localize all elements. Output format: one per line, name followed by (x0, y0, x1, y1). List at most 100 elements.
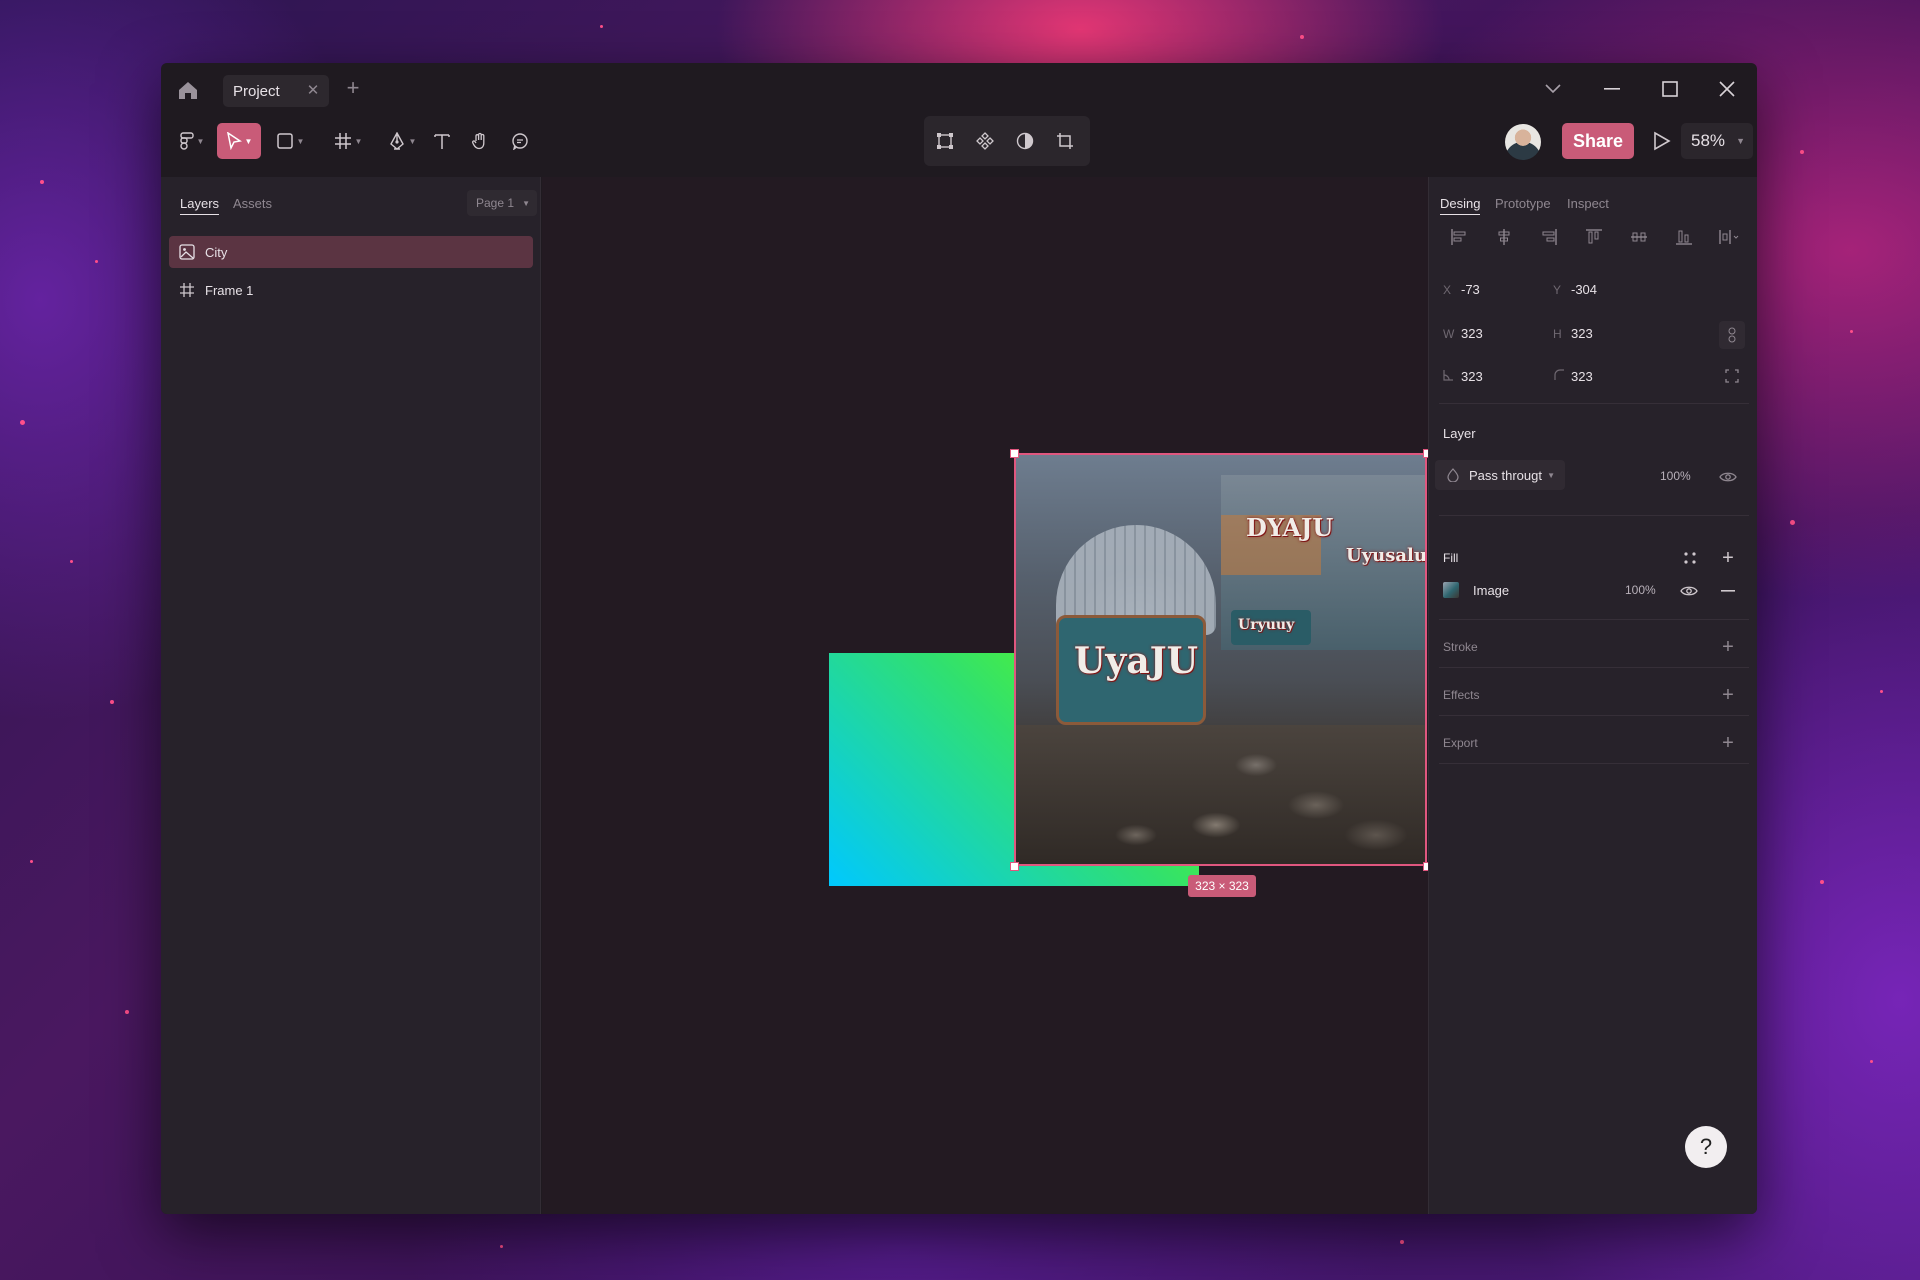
tab-assets[interactable]: Assets (233, 196, 272, 211)
align-bottom-icon[interactable] (1672, 225, 1696, 249)
contrast-tool[interactable] (1008, 123, 1042, 159)
divider (1439, 667, 1749, 668)
select-bounds-tool[interactable] (928, 123, 962, 159)
comment-icon (512, 133, 528, 150)
tab-prototype[interactable]: Prototype (1495, 196, 1551, 211)
move-tool[interactable]: ▼ (217, 123, 261, 159)
frame-tool[interactable]: ▼ (329, 123, 367, 159)
hand-tool[interactable] (465, 123, 495, 159)
remove-fill-icon[interactable] (1717, 580, 1739, 602)
add-stroke-icon[interactable]: + (1717, 636, 1739, 658)
maximize-icon[interactable] (1653, 73, 1687, 105)
cursor-icon (226, 132, 242, 150)
app-window: Project ✕ + ▼ ▼ ▼ ▼ ▼ Share 58% ▼ Layers… (161, 63, 1757, 1214)
divider (1439, 715, 1749, 716)
x-field[interactable]: -73 (1461, 282, 1480, 297)
stroke-section-title: Stroke (1443, 640, 1478, 654)
design-panel: Desing Prototype Inspect X -73 Y -304 W … (1428, 177, 1757, 1214)
resize-handle-bottom-left[interactable] (1010, 862, 1019, 871)
share-button[interactable]: Share (1562, 123, 1634, 159)
user-avatar[interactable] (1505, 124, 1541, 160)
y-field[interactable]: -304 (1571, 282, 1597, 297)
chevron-down-icon[interactable] (1536, 73, 1570, 105)
blend-mode-icon (1447, 468, 1459, 485)
page-select-label: Page 1 (476, 196, 515, 210)
alignment-toolbar (1439, 217, 1749, 257)
crop-tool[interactable] (1048, 123, 1082, 159)
chevron-down-icon: ▼ (1547, 470, 1555, 480)
align-left-icon[interactable] (1447, 225, 1471, 249)
divider (1439, 619, 1749, 620)
chevron-down-icon: ▼ (522, 198, 530, 208)
hand-icon (472, 132, 485, 150)
blend-mode-select[interactable]: Pass througt ▼ (1435, 460, 1565, 490)
minimize-icon[interactable] (1595, 73, 1629, 105)
pen-tool[interactable]: ▼ (383, 123, 421, 159)
distribute-icon[interactable] (1717, 225, 1741, 249)
tab-inspect[interactable]: Inspect (1567, 196, 1609, 211)
close-window-icon[interactable] (1710, 73, 1744, 105)
eye-icon[interactable] (1717, 466, 1739, 488)
comment-tool[interactable] (505, 123, 535, 159)
center-toolbar (924, 116, 1090, 166)
text-tool[interactable] (427, 123, 457, 159)
image-sign-text: UyaJU (1074, 640, 1199, 682)
frame-icon (179, 282, 195, 298)
fill-opacity-field[interactable]: 100% (1625, 583, 1656, 597)
fill-type-label[interactable]: Image (1473, 583, 1509, 598)
add-tab-icon[interactable]: + (341, 77, 365, 101)
size-badge: 323 × 323 (1188, 875, 1256, 897)
corner-radius-field[interactable]: 323 (1571, 369, 1593, 384)
zoom-select[interactable]: 58% ▼ (1681, 123, 1753, 159)
bounding-box-icon (937, 133, 953, 149)
resize-handle-top-left[interactable] (1010, 449, 1019, 458)
component-tool[interactable] (968, 123, 1002, 159)
align-right-icon[interactable] (1537, 225, 1561, 249)
eye-icon[interactable] (1678, 580, 1700, 602)
component-icon (976, 132, 994, 150)
layers-panel: Layers Assets Page 1 ▼ City Frame 1 (161, 177, 541, 1214)
constrain-proportions-icon[interactable] (1719, 321, 1745, 349)
contrast-icon (1016, 132, 1034, 150)
close-tab-icon[interactable]: ✕ (305, 83, 321, 99)
add-export-icon[interactable]: + (1717, 732, 1739, 754)
page-select[interactable]: Page 1 ▼ (467, 190, 537, 216)
layer-section-title: Layer (1443, 426, 1476, 441)
align-center-horizontal-icon[interactable] (1492, 225, 1516, 249)
align-middle-vertical-icon[interactable] (1627, 225, 1651, 249)
shape-tool[interactable]: ▼ (271, 123, 309, 159)
layer-label: City (205, 244, 228, 260)
layer-row-city[interactable]: City (169, 236, 533, 268)
home-icon[interactable] (175, 77, 201, 103)
corner-radius-icon (1553, 369, 1565, 384)
project-tab[interactable]: Project ✕ (223, 75, 329, 107)
tab-design[interactable]: Desing (1440, 196, 1481, 215)
tab-layers[interactable]: Layers (180, 196, 220, 215)
height-field[interactable]: 323 (1571, 326, 1593, 341)
frame-icon (334, 133, 351, 149)
crop-icon (1057, 133, 1073, 149)
layer-row-frame[interactable]: Frame 1 (169, 274, 533, 306)
independent-corners-icon[interactable] (1721, 365, 1743, 387)
play-icon[interactable] (1648, 127, 1676, 155)
add-fill-icon[interactable]: + (1717, 547, 1739, 569)
align-top-icon[interactable] (1582, 225, 1606, 249)
city-image[interactable]: UyaJU DYAJU Uyusalu Uryuuy (1014, 453, 1427, 866)
pen-icon (389, 132, 404, 150)
help-button[interactable]: ? (1685, 1126, 1727, 1168)
divider (1439, 515, 1749, 516)
layer-label: Frame 1 (205, 282, 254, 298)
image-sign-text: Uyusalu (1346, 545, 1427, 566)
divider (1439, 403, 1749, 404)
y-label: Y (1553, 283, 1562, 297)
image-fill-thumbnail[interactable] (1443, 582, 1459, 598)
main-menu-icon[interactable]: ▼ (175, 123, 209, 159)
styles-grid-icon[interactable] (1679, 547, 1701, 569)
rotation-field[interactable]: 323 (1461, 369, 1483, 384)
zoom-level: 58% (1691, 131, 1726, 150)
add-effect-icon[interactable]: + (1717, 684, 1739, 706)
image-icon (179, 244, 195, 260)
layer-opacity-field[interactable]: 100% (1660, 469, 1691, 483)
divider (1439, 763, 1749, 764)
width-field[interactable]: 323 (1461, 326, 1483, 341)
